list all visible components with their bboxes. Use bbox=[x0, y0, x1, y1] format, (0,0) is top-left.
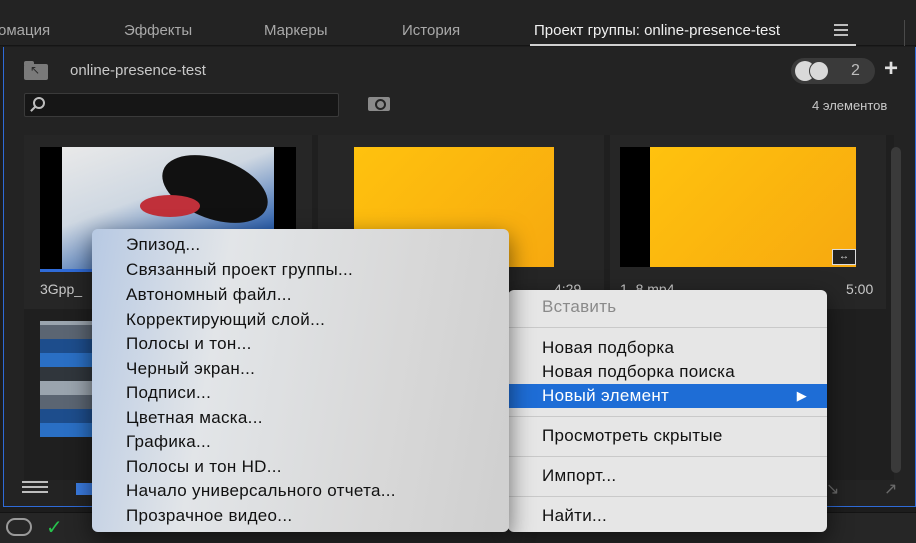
tab-history[interactable]: История bbox=[402, 22, 460, 39]
menu-item-new-item[interactable]: Новый элемент ▶ bbox=[508, 384, 827, 408]
panel-tab-bar: омация Эффекты Маркеры История Проект гр… bbox=[0, 0, 916, 46]
hamburger-menu-icon[interactable] bbox=[834, 24, 848, 36]
project-header: online-presence-test 2 + bbox=[4, 47, 915, 91]
clip-duration: 5:00 bbox=[846, 281, 874, 297]
sort-icon[interactable]: ↘ bbox=[826, 479, 839, 499]
menu-item-linked-team-project[interactable]: Связанный проект группы... bbox=[126, 258, 353, 282]
clip-thumbnail[interactable] bbox=[620, 147, 856, 267]
new-item-submenu: Эпизод... Связанный проект группы... Авт… bbox=[92, 229, 509, 532]
menu-item-view-hidden[interactable]: Просмотреть скрытые bbox=[542, 424, 723, 448]
menu-item-hd-bars-and-tone[interactable]: Полосы и тон HD... bbox=[126, 455, 282, 479]
menu-item-new-search-bin[interactable]: Новая подборка поиска bbox=[542, 360, 735, 384]
submenu-arrow-icon: ▶ bbox=[796, 388, 807, 403]
audio-clip-icon: ↔ bbox=[832, 249, 856, 265]
menu-item-new-item-label: Новый элемент bbox=[542, 386, 670, 405]
vertical-scrollbar[interactable] bbox=[891, 147, 901, 473]
menu-item-import[interactable]: Импорт... bbox=[542, 464, 616, 488]
menu-item-adjustment-layer[interactable]: Корректирующий слой... bbox=[126, 308, 325, 332]
tab-markers[interactable]: Маркеры bbox=[264, 22, 328, 39]
search-input[interactable] bbox=[24, 93, 339, 117]
expand-icon[interactable]: ↗ bbox=[884, 479, 897, 499]
tab-automation[interactable]: омация bbox=[0, 22, 50, 39]
menu-item-new-bin[interactable]: Новая подборка bbox=[542, 336, 674, 360]
menu-separator bbox=[508, 327, 827, 328]
menu-item-black-video[interactable]: Черный экран... bbox=[126, 357, 255, 381]
collaborators-badge[interactable]: 2 bbox=[791, 58, 875, 84]
menu-separator bbox=[508, 456, 827, 457]
collaborators-count: 2 bbox=[851, 62, 860, 79]
active-tab-indicator bbox=[530, 44, 856, 46]
menu-item-graphics[interactable]: Графика... bbox=[126, 430, 211, 454]
menu-item-sequence[interactable]: Эпизод... bbox=[126, 233, 200, 257]
menu-item-universal-countdown[interactable]: Начало универсального отчета... bbox=[126, 479, 396, 503]
clip-name: 3Gpp_ bbox=[40, 281, 83, 297]
new-search-bin-icon[interactable] bbox=[368, 97, 390, 111]
menu-item-offline-file[interactable]: Автономный файл... bbox=[126, 283, 292, 307]
plus-icon[interactable]: + bbox=[884, 57, 898, 81]
context-menu: Вставить Новая подборка Новая подборка п… bbox=[508, 290, 827, 532]
creative-cloud-icon[interactable] bbox=[6, 518, 32, 536]
menu-separator bbox=[508, 416, 827, 417]
menu-item-paste[interactable]: Вставить bbox=[542, 295, 616, 319]
list-view-icon[interactable] bbox=[22, 481, 48, 495]
menu-separator bbox=[508, 496, 827, 497]
project-name: online-presence-test bbox=[70, 62, 206, 79]
menu-item-transparent-video[interactable]: Прозрачное видео... bbox=[126, 504, 292, 528]
tab-team-project[interactable]: Проект группы: online-presence-test bbox=[534, 22, 780, 39]
menu-item-color-matte[interactable]: Цветная маска... bbox=[126, 406, 263, 430]
avatar bbox=[809, 61, 829, 81]
check-icon: ✓ bbox=[46, 517, 63, 539]
folder-up-icon[interactable] bbox=[24, 61, 48, 80]
tab-effects[interactable]: Эффекты bbox=[124, 22, 192, 39]
menu-item-find[interactable]: Найти... bbox=[542, 504, 607, 528]
search-icon bbox=[33, 97, 45, 109]
premiere-app: омация Эффекты Маркеры История Проект гр… bbox=[0, 0, 916, 543]
item-count: 4 элементов bbox=[812, 98, 888, 113]
menu-item-bars-and-tone[interactable]: Полосы и тон... bbox=[126, 332, 252, 356]
tab-divider bbox=[904, 20, 905, 46]
menu-item-captions[interactable]: Подписи... bbox=[126, 381, 211, 405]
